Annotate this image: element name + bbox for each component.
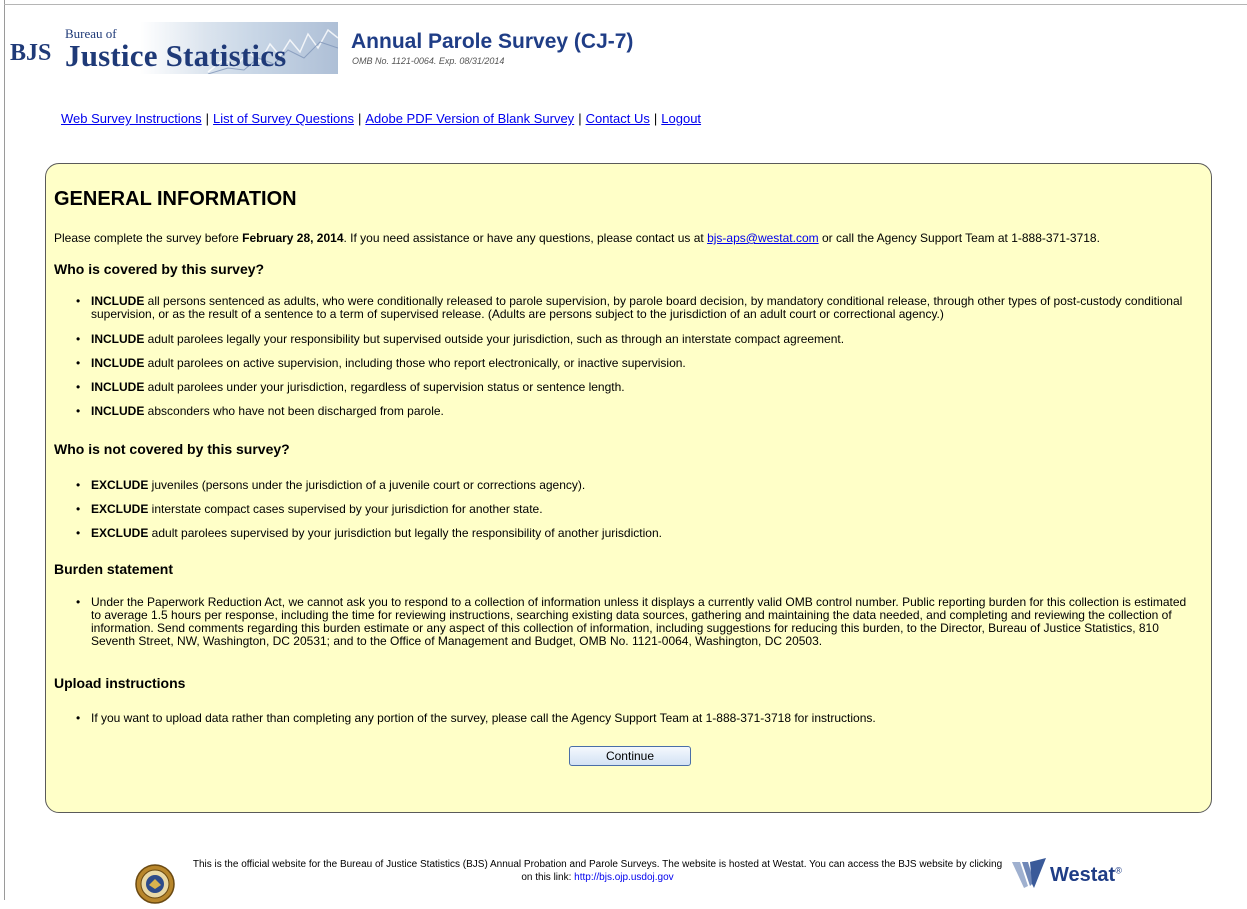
westat-text: Westat® (1050, 864, 1122, 887)
panel-title: GENERAL INFORMATION (54, 188, 297, 210)
registered-mark: ® (1115, 865, 1122, 876)
list-item: INCLUDE all persons sentenced as adults,… (76, 295, 1196, 321)
include-keyword: INCLUDE (91, 294, 145, 308)
window-top-border (4, 4, 1247, 5)
include-keyword: INCLUDE (91, 356, 145, 370)
westat-w-icon (1012, 858, 1046, 888)
list-item-text: adult parolees under your jurisdiction, … (144, 380, 625, 394)
nav-link-logout[interactable]: Logout (661, 111, 701, 126)
upload-list: If you want to upload data rather than c… (76, 711, 1196, 726)
section-heading-not-covered: Who is not covered by this survey? (54, 441, 290, 457)
general-information-panel: GENERAL INFORMATION Please complete the … (45, 163, 1212, 813)
section-heading-upload: Upload instructions (54, 675, 186, 691)
list-item-text: interstate compact cases supervised by y… (148, 502, 543, 516)
nav-link-web-survey-instructions[interactable]: Web Survey Instructions (61, 111, 202, 126)
continue-button[interactable]: Continue (569, 746, 691, 766)
intro-text-end: or call the Agency Support Team at 1-888… (818, 231, 1100, 245)
burden-list: Under the Paperwork Reduction Act, we ca… (76, 596, 1196, 648)
include-keyword: INCLUDE (91, 332, 145, 346)
list-item-text: all persons sentenced as adults, who wer… (91, 294, 1183, 321)
bjs-logo: BJS Bureau of Justice Statistics (8, 22, 338, 74)
burden-statement-text: Under the Paperwork Reduction Act, we ca… (91, 595, 1187, 648)
list-item-text: adult parolees legally your responsibili… (144, 332, 845, 346)
intro-text: Please complete the survey before Februa… (54, 231, 1100, 245)
support-email-link[interactable]: bjs-aps@westat.com (707, 231, 819, 245)
list-item-text: adult parolees on active supervision, in… (144, 356, 686, 370)
nav-separator: | (357, 111, 362, 126)
doj-seal-icon (135, 864, 175, 904)
list-item-text: adult parolees supervised by your jurisd… (148, 526, 662, 540)
list-item: If you want to upload data rather than c… (76, 711, 1196, 726)
bjs-website-link[interactable]: http://bjs.ojp.usdoj.gov (574, 872, 674, 883)
include-keyword: INCLUDE (91, 380, 145, 394)
logo-bjs-text: BJS (10, 40, 52, 66)
list-item: EXCLUDE juveniles (persons under the jur… (76, 478, 1196, 493)
exclude-keyword: EXCLUDE (91, 478, 149, 492)
due-date: February 28, 2014 (242, 231, 344, 245)
nav-separator: | (578, 111, 582, 126)
nav-link-list-of-survey-questions[interactable]: List of Survey Questions (213, 111, 354, 126)
intro-text-middle: . If you need assistance or have any que… (343, 231, 708, 245)
window-left-border (4, 0, 5, 900)
westat-name: Westat (1050, 864, 1116, 886)
nav-link-pdf-blank-survey[interactable]: Adobe PDF Version of Blank Survey (365, 111, 574, 126)
nav-links: Web Survey Instructions | List of Survey Q… (61, 111, 701, 126)
list-item: Under the Paperwork Reduction Act, we ca… (76, 596, 1196, 648)
section-heading-covered: Who is covered by this survey? (54, 261, 265, 277)
header: BJS Bureau of Justice Statistics Annual … (8, 22, 708, 76)
nav-link-contact-us[interactable]: Contact Us (586, 111, 650, 126)
not-covered-list: EXCLUDE juveniles (persons under the jur… (76, 478, 1196, 541)
upload-instructions-text: If you want to upload data rather than c… (91, 711, 876, 725)
westat-logo: Westat® (1012, 858, 1142, 894)
intro-text-start: Please complete the survey before (54, 231, 243, 245)
list-item: INCLUDE adult parolees legally your resp… (76, 332, 1196, 347)
exclude-keyword: EXCLUDE (91, 502, 149, 516)
nav-separator: | (205, 111, 210, 126)
list-item: INCLUDE adult parolees on active supervi… (76, 356, 1196, 371)
list-item-text: juveniles (persons under the jurisdictio… (148, 478, 586, 492)
survey-title: Annual Parole Survey (CJ-7) (351, 30, 634, 53)
covered-list: INCLUDE all persons sentenced as adults,… (76, 295, 1196, 419)
list-item: INCLUDE adult parolees under your jurisd… (76, 380, 1196, 395)
logo-justice-text: Justice Statistics (65, 38, 287, 73)
nav-separator: | (653, 111, 658, 126)
list-item: EXCLUDE interstate compact cases supervi… (76, 502, 1196, 517)
omb-number: OMB No. 1121-0064. Exp. 08/31/2014 (352, 56, 505, 66)
list-item-text: absconders who have not been discharged … (144, 404, 444, 418)
list-item: INCLUDE absconders who have not been dis… (76, 404, 1196, 419)
exclude-keyword: EXCLUDE (91, 526, 149, 540)
footer-text: This is the official website for the Bur… (190, 858, 1005, 884)
list-item: EXCLUDE adult parolees supervised by you… (76, 526, 1196, 541)
include-keyword: INCLUDE (91, 404, 145, 418)
section-heading-burden: Burden statement (54, 561, 174, 577)
